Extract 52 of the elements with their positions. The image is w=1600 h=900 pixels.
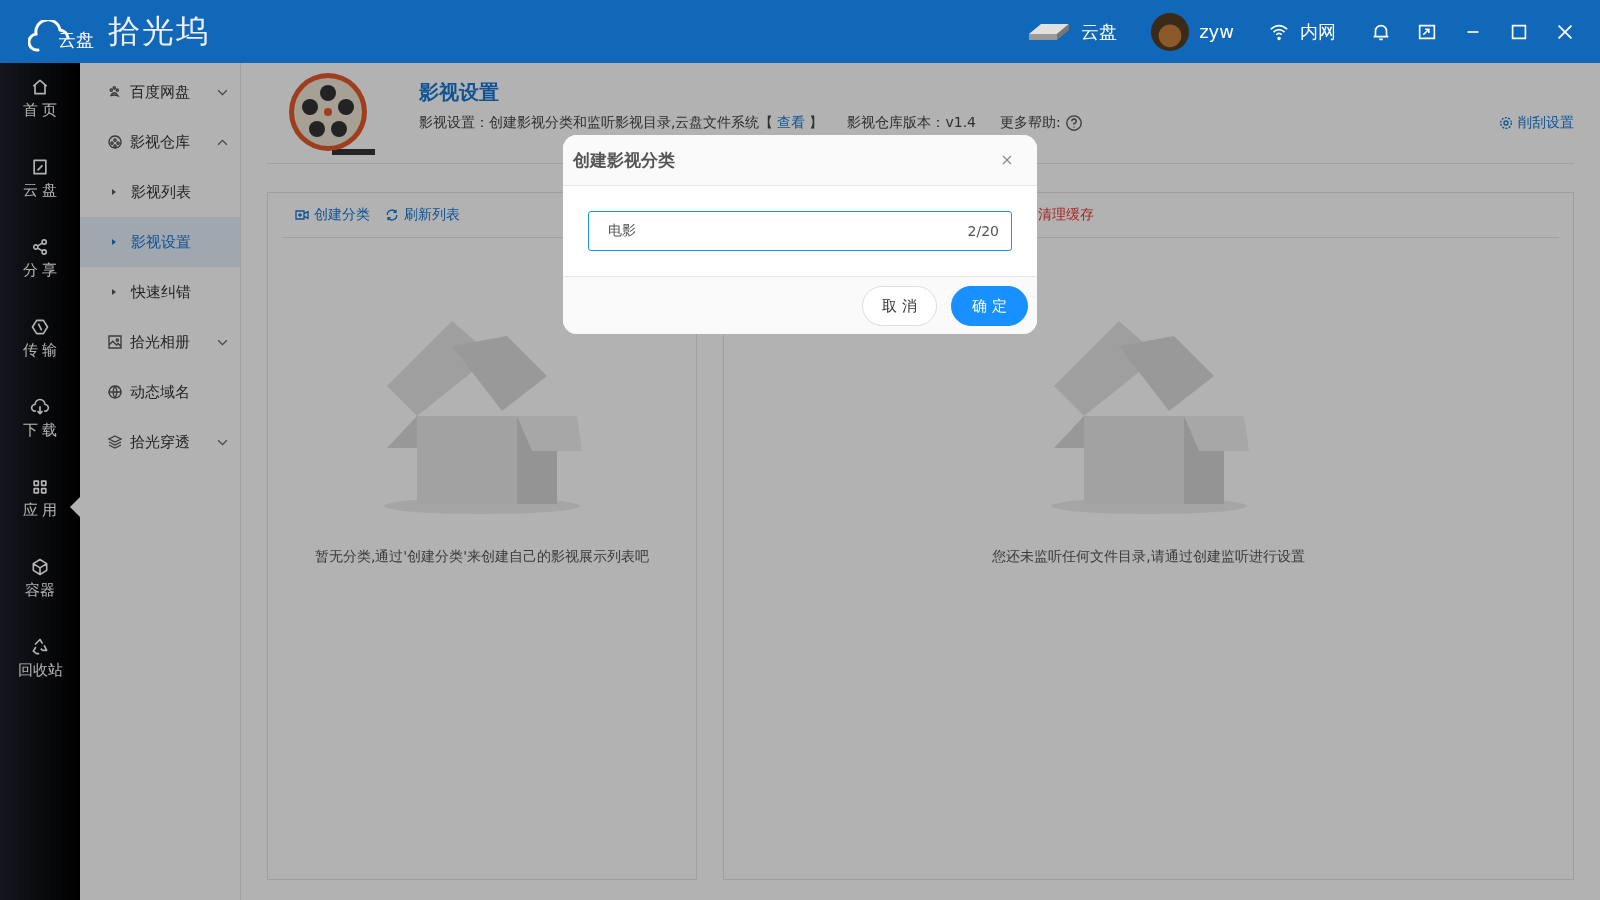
submenu-item[interactable]: 影视仓库	[80, 117, 240, 167]
film-icon	[106, 133, 124, 151]
share-icon	[30, 237, 50, 257]
nav-item[interactable]: 首 页	[0, 77, 80, 157]
character-counter: 2/20	[967, 223, 999, 239]
nav-item[interactable]: 传 输	[0, 317, 80, 397]
app-title: 拾光坞	[108, 10, 210, 52]
submenu-item[interactable]: 拾光相册	[80, 317, 240, 367]
container-icon	[30, 557, 50, 577]
cancel-button[interactable]: 取 消	[862, 286, 938, 326]
nav-item[interactable]: 容器	[0, 557, 80, 637]
video-add-icon	[294, 207, 310, 223]
home-icon	[30, 77, 50, 97]
page-title: 影视设置	[419, 79, 500, 106]
empty-message: 暂无分类,通过'创建分类'来创建自己的影视展示列表吧	[314, 548, 650, 566]
nav-item[interactable]: 回收站	[0, 637, 80, 717]
dialog-title: 创建影视分类	[573, 148, 675, 172]
image-icon	[106, 333, 124, 351]
globe-icon	[106, 383, 124, 401]
network-status[interactable]: 内网	[1300, 19, 1336, 44]
refresh-icon	[384, 207, 400, 223]
download-icon	[30, 397, 50, 417]
view-link[interactable]: 查看	[777, 114, 806, 132]
layers-icon	[106, 433, 124, 451]
toolbar-link[interactable]: 刷新列表	[384, 206, 460, 224]
help-icon[interactable]	[1064, 114, 1083, 132]
input-field[interactable]: 电影 2/20	[588, 211, 1012, 251]
avatar-icon[interactable]	[1151, 12, 1190, 51]
recycle-icon	[30, 637, 50, 657]
username[interactable]: zyw	[1199, 21, 1234, 42]
settings-icon	[1498, 115, 1514, 131]
description-text: 影视设置：创建影视分类和监听影视目录,云盘文件系统【	[419, 114, 774, 132]
nav-item[interactable]: 下 载	[0, 397, 80, 477]
toolbar-link[interactable]: 清理缓存	[1038, 206, 1094, 224]
version-text: 影视仓库版本：v1.4	[847, 114, 976, 132]
nav-item[interactable]: 应 用	[0, 477, 80, 557]
toolbar-link[interactable]: 创建分类	[294, 206, 370, 224]
submenu-item[interactable]: 动态域名	[80, 367, 240, 417]
submenu-child-item[interactable]: 快速纠错	[80, 267, 240, 317]
cloud-disk-link[interactable]: 云盘	[1081, 19, 1118, 44]
transfer-icon	[30, 317, 50, 337]
nav-item[interactable]: 分 享	[0, 237, 80, 317]
close-icon[interactable]	[1001, 154, 1013, 166]
submenu-item[interactable]: 百度网盘	[80, 67, 240, 117]
empty-message: 您还未监听任何文件目录,请通过创建监听进行设置	[992, 548, 1305, 566]
apps-icon	[30, 477, 50, 497]
scrape-settings-link[interactable]: 削刮设置	[1498, 114, 1574, 132]
bracket-text: 】	[809, 114, 824, 132]
nav-item[interactable]: 云 盘	[0, 157, 80, 237]
submenu-item[interactable]: 拾光穿透	[80, 417, 240, 467]
help-text: 更多帮助:	[1000, 114, 1061, 132]
submenu-child-item[interactable]: 影视列表	[80, 167, 240, 217]
